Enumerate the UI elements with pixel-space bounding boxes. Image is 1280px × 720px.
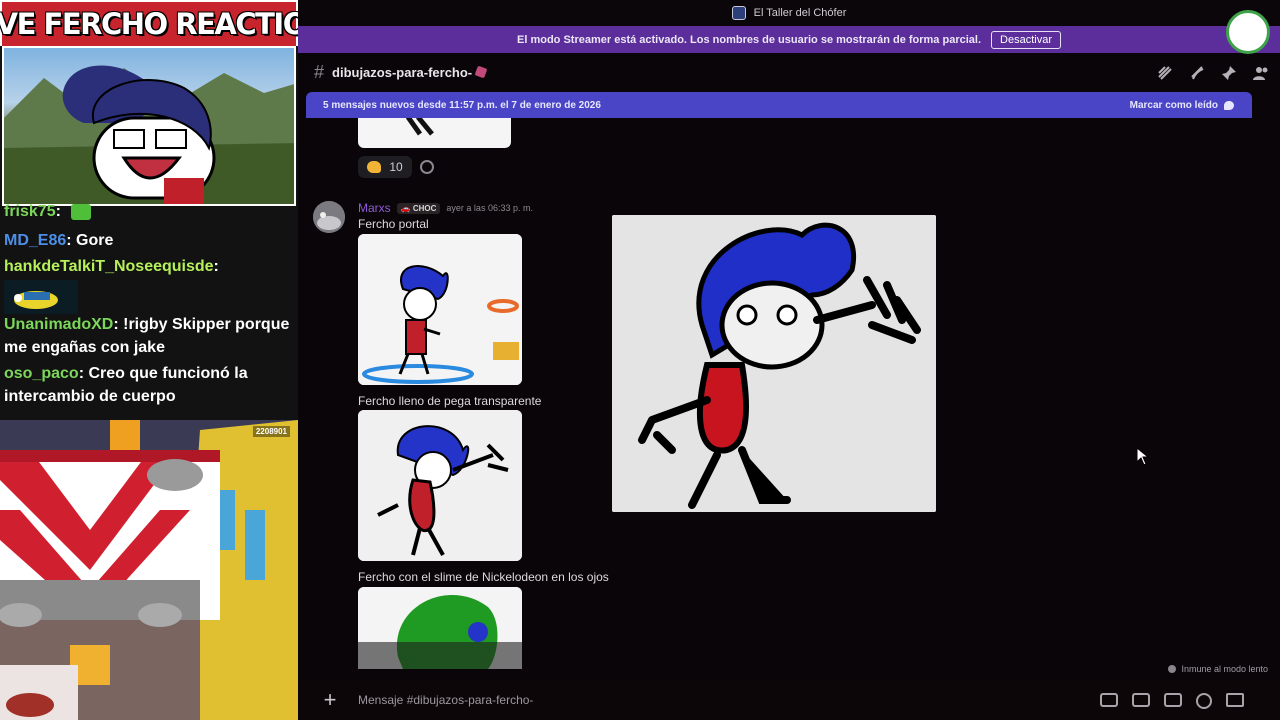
- mouse-cursor-icon: [1137, 448, 1149, 466]
- chat-username: frisk75: [4, 203, 56, 220]
- reaction-pill[interactable]: 10: [358, 156, 412, 178]
- members-icon[interactable]: [1252, 64, 1270, 82]
- gift-icon[interactable]: [1100, 693, 1118, 707]
- mark-read-label: Marcar como leído: [1129, 99, 1218, 111]
- message-timestamp: ayer a las 06:33 p. m.: [446, 203, 533, 213]
- message-author[interactable]: Marxs: [358, 201, 391, 215]
- server-icon: [731, 6, 746, 20]
- chat-message: UnanimadoXD: !rigby Skipper porque me en…: [4, 313, 294, 359]
- disable-streamer-button[interactable]: Desactivar: [991, 30, 1061, 49]
- add-reaction-icon[interactable]: [420, 160, 434, 174]
- stream-title: LIVE FERCHO REACTION: [0, 7, 298, 41]
- chat-username: UnanimadoXD: [4, 316, 114, 333]
- gif-icon[interactable]: [1132, 693, 1150, 707]
- mark-read-icon: [1224, 100, 1234, 110]
- add-attachment-button[interactable]: +: [320, 689, 340, 711]
- attachment-image[interactable]: [358, 118, 511, 148]
- message-author-avatar[interactable]: [313, 201, 345, 233]
- chat-emote-image: [4, 280, 78, 314]
- message-input[interactable]: [358, 688, 1078, 712]
- pin-icon[interactable]: [1220, 64, 1238, 82]
- clock-icon: [1168, 665, 1177, 673]
- message-caption: Fercho lleno de pega transparente: [358, 394, 542, 408]
- attachment-image[interactable]: [358, 410, 522, 561]
- sticker-icon[interactable]: [1164, 693, 1182, 707]
- role-badge: 🚗 CHOC: [396, 202, 441, 214]
- window-titlebar: El Taller del Chófer: [298, 0, 1280, 26]
- chat-separator: :: [113, 316, 119, 333]
- message-caption: Fercho portal: [358, 217, 429, 231]
- channel-emoji-icon: [474, 65, 488, 79]
- slow-mode-note: Inmune al modo lento: [1168, 664, 1268, 674]
- mark-read-button[interactable]: Marcar como leído: [1130, 100, 1234, 111]
- channel-name: dibujazos-para-fercho-: [332, 64, 473, 80]
- message-list: 10 Marxs 🚗 CHOC ayer a las 06:33 p. m. F…: [298, 118, 1280, 680]
- chat-message: frisk75:: [4, 200, 294, 223]
- message-header: Marxs 🚗 CHOC ayer a las 06:33 p. m.: [358, 201, 533, 215]
- streamer-mode-banner: El modo Streamer está activado. Los nomb…: [298, 26, 1280, 53]
- chat-emote: [71, 203, 92, 220]
- emoji-icon[interactable]: [1196, 693, 1212, 709]
- chat-message: hankdeTalkiT_Noseequisde:: [4, 255, 294, 278]
- chat-separator: :: [66, 232, 72, 249]
- message-composer: +: [298, 680, 1280, 720]
- window-title: El Taller del Chófer: [753, 7, 847, 19]
- threads-icon[interactable]: [1156, 64, 1174, 82]
- new-messages-text: 5 mensajes nuevos desde 11:57 p.m. el 7 …: [323, 99, 601, 111]
- gameplay-video: 2208901: [0, 420, 298, 720]
- slow-mode-text: Inmune al modo lento: [1181, 664, 1268, 674]
- apps-icon[interactable]: [1226, 693, 1244, 707]
- chat-username: hankdeTalkiT_Noseequisde: [4, 258, 214, 275]
- game-score: 2208901: [252, 426, 290, 437]
- chat-separator: :: [213, 258, 219, 275]
- discord-window: El Taller del Chófer El modo Streamer es…: [298, 0, 1280, 720]
- stream-chat: frisk75: MD_E86: Gore hankdeTalkiT_Nosee…: [0, 200, 298, 420]
- chat-separator: :: [78, 365, 85, 382]
- new-messages-bar[interactable]: 5 mensajes nuevos desde 11:57 p.m. el 7 …: [306, 92, 1252, 118]
- composer-toolbar: [1100, 693, 1244, 709]
- role-badge-text: CHOC: [412, 203, 437, 213]
- chat-separator: :: [55, 203, 61, 220]
- message-caption: Fercho con el slime de Nickelodeon en lo…: [358, 570, 609, 584]
- image-preview-enlarged[interactable]: [612, 215, 936, 512]
- chat-text: Gore: [76, 232, 114, 249]
- chat-message: oso_paco: Creo que funcionó la intercamb…: [4, 362, 294, 408]
- clap-emoji-icon: [367, 161, 382, 173]
- attachment-image[interactable]: [358, 587, 522, 669]
- user-avatar[interactable]: [1226, 10, 1270, 54]
- chat-username: MD_E86: [4, 232, 67, 249]
- hash-icon: #: [314, 61, 325, 82]
- attachment-image[interactable]: [358, 234, 522, 385]
- webcam-avatar: [2, 46, 296, 206]
- stream-overlay: LIVE FERCHO REACTION frisk75: MD_E86: Go…: [0, 0, 298, 720]
- header-toolbar: [1156, 64, 1270, 82]
- notifications-muted-icon[interactable]: [1188, 64, 1206, 82]
- reaction-count: 10: [389, 160, 403, 174]
- streamer-notice: El modo Streamer está activado. Los nomb…: [517, 33, 982, 46]
- stream-title-banner: LIVE FERCHO REACTION: [0, 0, 298, 46]
- channel-header: # dibujazos-para-fercho-: [298, 53, 1280, 91]
- chat-username: oso_paco: [4, 365, 79, 382]
- chat-message: MD_E86: Gore: [4, 229, 294, 252]
